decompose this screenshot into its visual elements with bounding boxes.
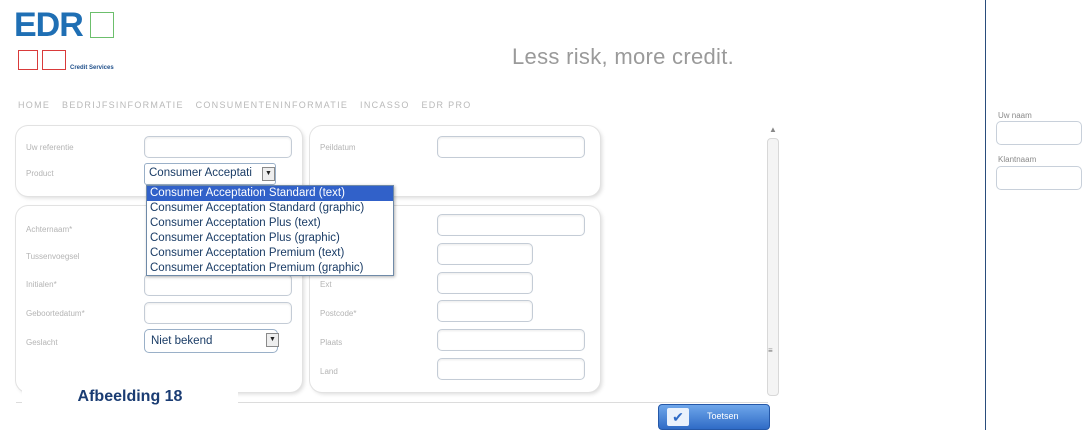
nav-consumenteninformatie[interactable]: CONSUMENTENINFORMATIE — [196, 100, 349, 110]
scrollbar[interactable]: ▲ ≡ — [764, 124, 782, 402]
nav-bedrijfsinformatie[interactable]: BEDRIJFSINFORMATIE — [62, 100, 184, 110]
nav-incasso[interactable]: INCASSO — [360, 100, 410, 110]
logo-red-square-2 — [42, 50, 66, 70]
product-select[interactable]: Consumer Acceptati — [144, 163, 276, 185]
postdate-input[interactable] — [437, 136, 585, 158]
address-input-1[interactable] — [437, 214, 585, 236]
nav-edr-pro[interactable]: EDR PRO — [421, 100, 471, 110]
logo-green-square — [90, 12, 114, 38]
product-select-value: Consumer Acceptati — [149, 167, 252, 179]
city-input[interactable] — [437, 329, 585, 351]
dropdown-option[interactable]: Consumer Acceptation Plus (graphic) — [147, 231, 393, 246]
edr-logo[interactable]: EDR Credit Services — [14, 6, 144, 71]
address-input-2[interactable] — [437, 243, 533, 265]
postdate-label: Peildatum — [320, 143, 356, 152]
check-icon: ✔ — [667, 408, 689, 426]
scrollbar-track[interactable] — [767, 138, 779, 396]
scroll-up-icon[interactable]: ▲ — [769, 125, 777, 134]
city-label: Plaats — [320, 338, 343, 347]
sidebar-divider — [985, 0, 986, 430]
dropdown-option[interactable]: Consumer Acceptation Standard (text) — [147, 186, 393, 201]
tagline: Less risk, more credit. — [512, 44, 735, 69]
dropdown-option[interactable]: Consumer Acceptation Premium (graphic) — [147, 261, 393, 276]
postcode-input[interactable] — [437, 300, 533, 322]
main-nav: HOME BEDRIJFSINFORMATIE CONSUMENTENINFOR… — [18, 100, 480, 110]
gender-label: Geslacht — [26, 338, 58, 347]
ext-label: Ext — [320, 280, 332, 289]
dropdown-option[interactable]: Consumer Acceptation Standard (graphic) — [147, 201, 393, 216]
prefix-label: Tussenvoegsel — [26, 252, 80, 261]
logo-subtitle: Credit Services — [70, 65, 114, 71]
logo-brand: EDR — [14, 6, 84, 44]
postcode-label: Postcode* — [320, 309, 357, 318]
initials-input[interactable] — [144, 274, 292, 296]
dropdown-option[interactable]: Consumer Acceptation Plus (text) — [147, 216, 393, 231]
ext-input[interactable] — [437, 272, 533, 294]
logo-red-square-1 — [18, 50, 38, 70]
nav-home[interactable]: HOME — [18, 100, 50, 110]
chevron-down-icon[interactable]: ▼ — [266, 333, 279, 347]
client-label: Klantnaam — [998, 155, 1037, 164]
gender-select-value: Niet bekend — [151, 335, 213, 347]
dob-label: Geboortedatum* — [26, 309, 85, 318]
page: EDR Credit Services Less risk, more cred… — [0, 0, 1086, 430]
name-input[interactable] — [996, 121, 1082, 145]
product-dropdown-list[interactable]: Consumer Acceptation Standard (text) Con… — [146, 185, 394, 276]
name-label: Uw naam — [998, 111, 1032, 120]
reference-input[interactable] — [144, 136, 292, 158]
dob-input[interactable] — [144, 302, 292, 324]
submit-button[interactable]: ✔ Toetsen — [658, 404, 770, 430]
country-input[interactable] — [437, 358, 585, 380]
submit-button-label: Toetsen — [707, 411, 739, 421]
scrollbar-grip-icon[interactable]: ≡ — [768, 346, 773, 355]
figure-caption: Afbeelding 18 — [22, 376, 238, 418]
surname-label: Achternaam* — [26, 225, 73, 234]
product-label: Product — [26, 169, 54, 178]
gender-select[interactable]: Niet bekend — [144, 329, 278, 353]
dropdown-option[interactable]: Consumer Acceptation Premium (text) — [147, 246, 393, 261]
reference-label: Uw referentie — [26, 143, 74, 152]
country-label: Land — [320, 367, 338, 376]
chevron-down-icon[interactable]: ▼ — [262, 167, 275, 181]
initials-label: Initialen* — [26, 280, 57, 289]
client-input[interactable] — [996, 166, 1082, 190]
